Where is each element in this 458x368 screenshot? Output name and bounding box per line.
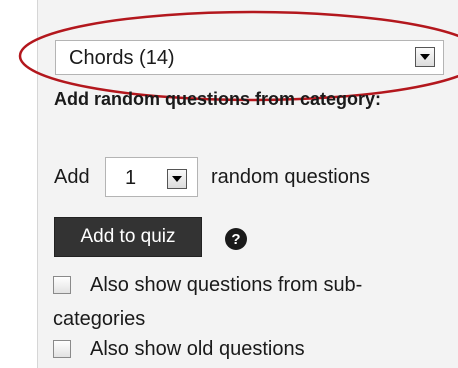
random-questions-label: random questions bbox=[211, 166, 370, 188]
subcategories-label-line2: categories bbox=[53, 308, 146, 330]
old-questions-checkbox[interactable] bbox=[53, 340, 71, 358]
chevron-down-icon bbox=[420, 54, 430, 60]
old-questions-label: Also show old questions bbox=[90, 338, 305, 360]
category-select-value: Chords (14) bbox=[69, 47, 175, 69]
random-count-select[interactable]: 1 bbox=[105, 157, 198, 197]
help-icon[interactable]: ? bbox=[225, 228, 247, 250]
chevron-down-icon bbox=[172, 176, 182, 182]
add-label: Add bbox=[54, 166, 90, 188]
category-select-arrow[interactable] bbox=[415, 47, 435, 67]
random-count-value: 1 bbox=[125, 167, 137, 189]
category-select[interactable]: Chords (14) bbox=[55, 40, 444, 75]
random-count-arrow[interactable] bbox=[167, 169, 187, 189]
subcategories-checkbox[interactable] bbox=[53, 276, 71, 294]
subcategories-label-line1: Also show questions from sub- bbox=[90, 274, 363, 296]
add-to-quiz-button[interactable]: Add to quiz bbox=[54, 217, 202, 257]
random-questions-heading: Add random questions from category: bbox=[54, 89, 382, 109]
